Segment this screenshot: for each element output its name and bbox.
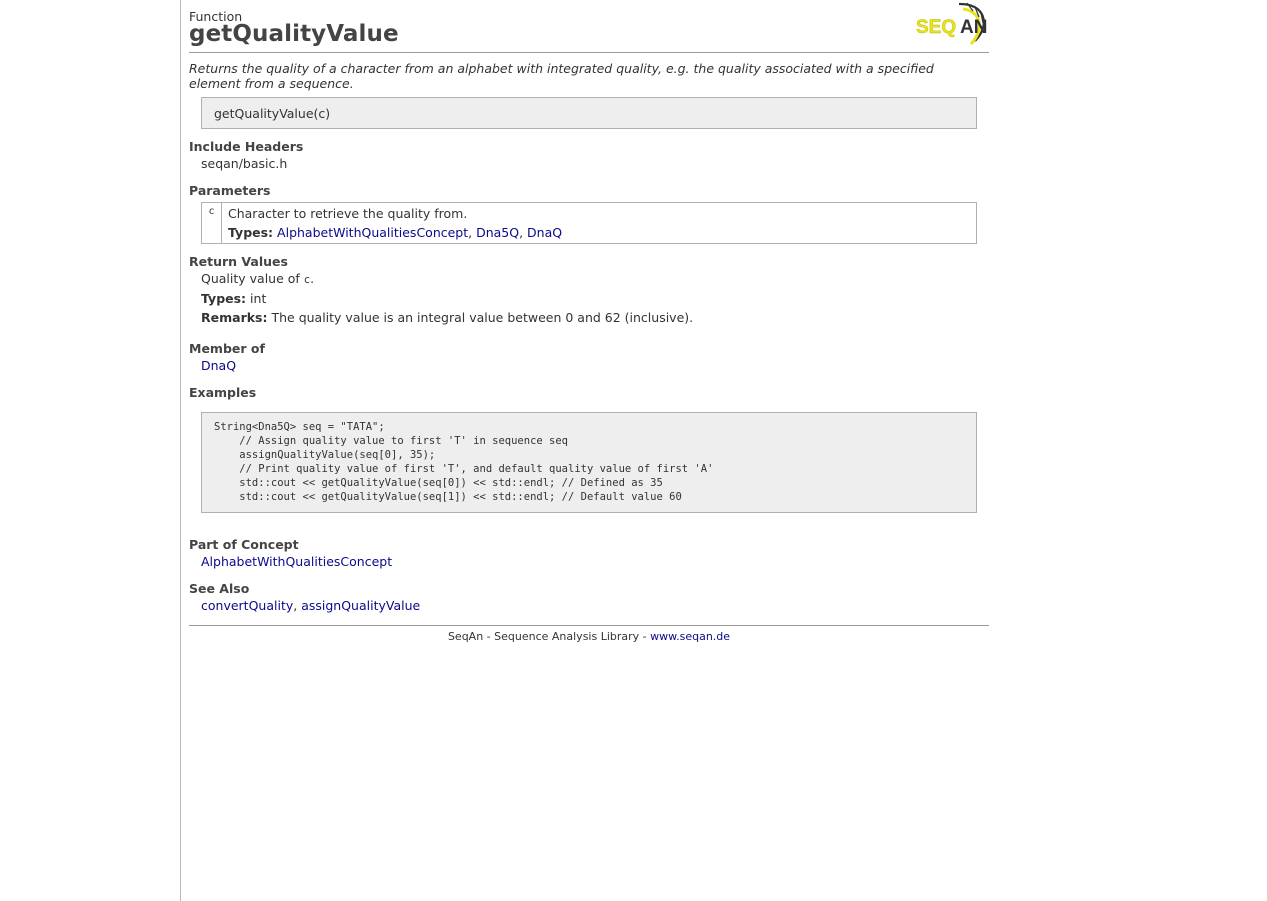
include-header-value: seqan/basic.h xyxy=(201,156,288,171)
part-of-concept-value: AlphabetWithQualitiesConcept xyxy=(201,554,392,569)
see-also-heading: See Also xyxy=(189,581,250,596)
remarks-value: The quality value is an integral value b… xyxy=(271,310,694,325)
example-code-box: String<Dna5Q> seq = "TATA"; // Assign qu… xyxy=(201,412,977,513)
include-headers-heading: Include Headers xyxy=(189,139,304,154)
title-divider xyxy=(189,52,989,53)
parameters-table: c Character to retrieve the quality from… xyxy=(201,202,977,244)
param-types: Types: AlphabetWithQualitiesConcept, Dna… xyxy=(228,225,562,240)
type-link-dnaq[interactable]: DnaQ xyxy=(527,225,562,240)
parameters-heading: Parameters xyxy=(189,183,271,198)
return-text-suffix: . xyxy=(310,271,315,286)
left-border xyxy=(180,0,181,901)
type-link-dna5q[interactable]: Dna5Q xyxy=(476,225,519,240)
seqan-logo[interactable]: SEQ AN xyxy=(915,1,989,47)
member-of-link-dnaq[interactable]: DnaQ xyxy=(201,358,236,373)
concept-link-alphabetwithqualitiesconcept[interactable]: AlphabetWithQualitiesConcept xyxy=(201,554,392,569)
see-also-links: convertQuality, assignQualityValue xyxy=(201,598,420,613)
signature-text: getQualityValue(c) xyxy=(214,106,331,121)
return-types: Types: int xyxy=(201,291,266,306)
type-separator: , xyxy=(468,225,477,240)
footer: SeqAn - Sequence Analysis Library - www.… xyxy=(189,630,989,643)
seqan-logo-text-an: AN xyxy=(960,17,987,38)
return-value-text: Quality value of c. xyxy=(201,271,314,286)
return-types-value: int xyxy=(250,291,267,306)
see-also-link-convertquality[interactable]: convertQuality xyxy=(201,598,293,613)
footer-text: SeqAn - Sequence Analysis Library - xyxy=(447,630,651,643)
signature-box: getQualityValue(c) xyxy=(201,97,977,129)
return-types-label: Types: xyxy=(201,291,247,306)
param-description: Character to retrieve the quality from. xyxy=(228,206,468,221)
see-also-separator: , xyxy=(293,598,302,613)
examples-heading: Examples xyxy=(189,385,257,400)
page-title: getQualityValue xyxy=(189,21,399,47)
type-link-alphabetwithqualitiesconcept[interactable]: AlphabetWithQualitiesConcept xyxy=(277,225,468,240)
param-types-label: Types: xyxy=(228,225,274,240)
footer-link-seqan[interactable]: www.seqan.de xyxy=(650,630,730,643)
see-also-link-assignqualityvalue[interactable]: assignQualityValue xyxy=(301,598,420,613)
remarks-label: Remarks: xyxy=(201,310,268,325)
example-code: String<Dna5Q> seq = "TATA"; // Assign qu… xyxy=(214,421,714,503)
footer-divider xyxy=(189,625,989,626)
return-remarks: Remarks: The quality value is an integra… xyxy=(201,310,693,325)
member-of-heading: Member of xyxy=(189,341,265,356)
param-name: c xyxy=(202,203,222,243)
return-text-prefix: Quality value of xyxy=(201,271,304,286)
seqan-logo-text-se: SEQ xyxy=(916,17,956,38)
return-values-heading: Return Values xyxy=(189,254,288,269)
part-of-concept-heading: Part of Concept xyxy=(189,537,299,552)
member-of-value: DnaQ xyxy=(201,358,236,373)
type-separator: , xyxy=(519,225,528,240)
summary-text: Returns the quality of a character from … xyxy=(189,61,934,91)
